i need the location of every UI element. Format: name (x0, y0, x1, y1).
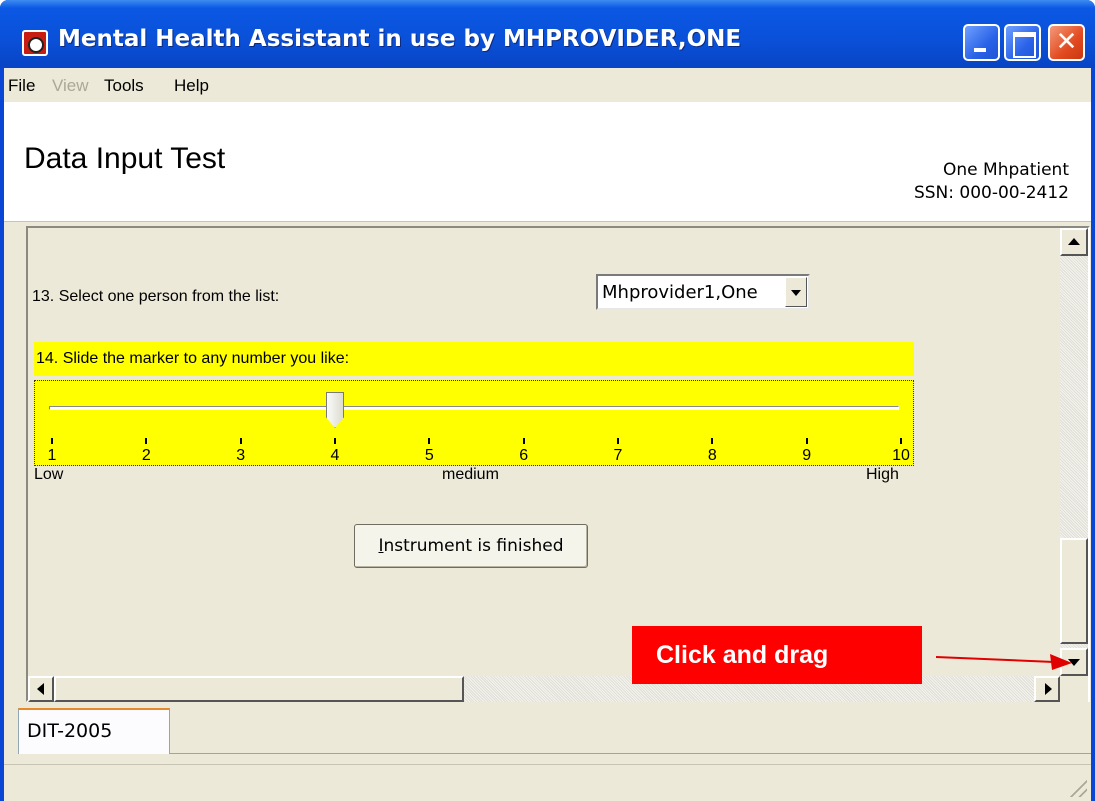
slider-tick-label: 3 (236, 447, 246, 464)
scroll-up-icon[interactable] (1060, 228, 1088, 256)
window-title: Mental Health Assistant in use by MHPROV… (58, 26, 742, 52)
scrollbar-corner (1060, 676, 1088, 702)
person-select-value: Mhprovider1,One (602, 282, 758, 303)
tab-strip: DIT-2005 (4, 702, 1091, 762)
question-13-label: 13. Select one person from the list: (32, 288, 280, 305)
status-bar (4, 764, 1091, 801)
scroll-right-icon[interactable] (1034, 676, 1060, 702)
slider-tick-label: 2 (141, 447, 151, 464)
menu-help[interactable]: Help (174, 76, 209, 96)
page-header: Data Input Test One Mhpatient SSN: 000-0… (4, 102, 1091, 222)
question-14-label: 14. Slide the marker to any number you l… (36, 350, 350, 367)
close-button[interactable]: ✕ (1048, 24, 1085, 61)
question-scroll-panel: 13. Select one person from the list: Mhp… (26, 226, 1090, 702)
slider-tick (900, 438, 902, 444)
scale-medium-label: medium (442, 466, 499, 483)
slider-tick-label: 8 (707, 447, 717, 464)
minimize-button[interactable] (963, 24, 1000, 61)
slider-tick-label: 4 (330, 447, 340, 464)
slider-tick-label: 10 (892, 447, 910, 464)
app-icon[interactable] (22, 30, 48, 56)
maximize-button[interactable] (1004, 24, 1041, 61)
slider-tick-label: 7 (613, 447, 623, 464)
slider-tick (51, 438, 53, 444)
menu-view: View (52, 76, 89, 95)
annotation-arrow-icon (935, 654, 1072, 670)
page-title: Data Input Test (24, 142, 226, 175)
resize-grip-icon[interactable] (1067, 777, 1087, 797)
tab-dit-2005[interactable]: DIT-2005 (18, 708, 170, 754)
slider-thumb[interactable] (326, 392, 344, 428)
slider-tick (711, 438, 714, 444)
scroll-left-icon[interactable] (28, 676, 54, 702)
slider-tick (805, 438, 808, 444)
slider-tick (522, 438, 525, 444)
instrument-finished-button[interactable]: Instrument is finished (354, 524, 588, 568)
client-area: File View Tools Help Data Input Test One… (4, 68, 1091, 801)
dropdown-arrow-icon[interactable] (785, 277, 807, 307)
slider-track[interactable] (49, 406, 899, 410)
horizontal-scroll-thumb[interactable] (54, 676, 464, 702)
menu-file[interactable]: File (8, 76, 35, 96)
slider-tick-label: 5 (424, 447, 434, 464)
person-select[interactable]: Mhprovider1,One (596, 274, 810, 310)
slider-tick (334, 438, 336, 444)
slider-tick (428, 438, 431, 444)
title-bar[interactable]: Mental Health Assistant in use by MHPROV… (0, 0, 1095, 68)
close-icon: ✕ (1055, 27, 1078, 57)
menu-tools[interactable]: Tools (104, 76, 144, 96)
slider-tick (145, 438, 148, 444)
scale-low-label: Low (34, 466, 64, 483)
scale-high-label: High (866, 466, 899, 483)
menu-bar: File View Tools Help (4, 68, 1091, 102)
tab-strip-line (170, 753, 1091, 754)
question-14-header: 14. Slide the marker to any number you l… (34, 342, 914, 376)
slider-tick (617, 438, 619, 444)
app-window: Mental Health Assistant in use by MHPROV… (0, 0, 1095, 801)
vertical-scrollbar[interactable] (1060, 228, 1088, 676)
number-slider[interactable]: 1 2 3 4 5 6 7 8 9 10 (34, 380, 914, 466)
patient-ssn: SSN: 000-00-2412 (913, 183, 1069, 203)
annotation-callout: Click and drag (632, 626, 922, 684)
slider-tick-label: 9 (802, 447, 812, 464)
patient-name: One Mhpatient (943, 160, 1069, 180)
finish-button-label: nstrument is finished (383, 536, 564, 556)
slider-tick-label: 1 (47, 447, 57, 464)
slider-tick-label: 6 (519, 447, 529, 464)
vertical-scroll-thumb[interactable] (1060, 538, 1088, 644)
slider-tick (239, 438, 242, 444)
